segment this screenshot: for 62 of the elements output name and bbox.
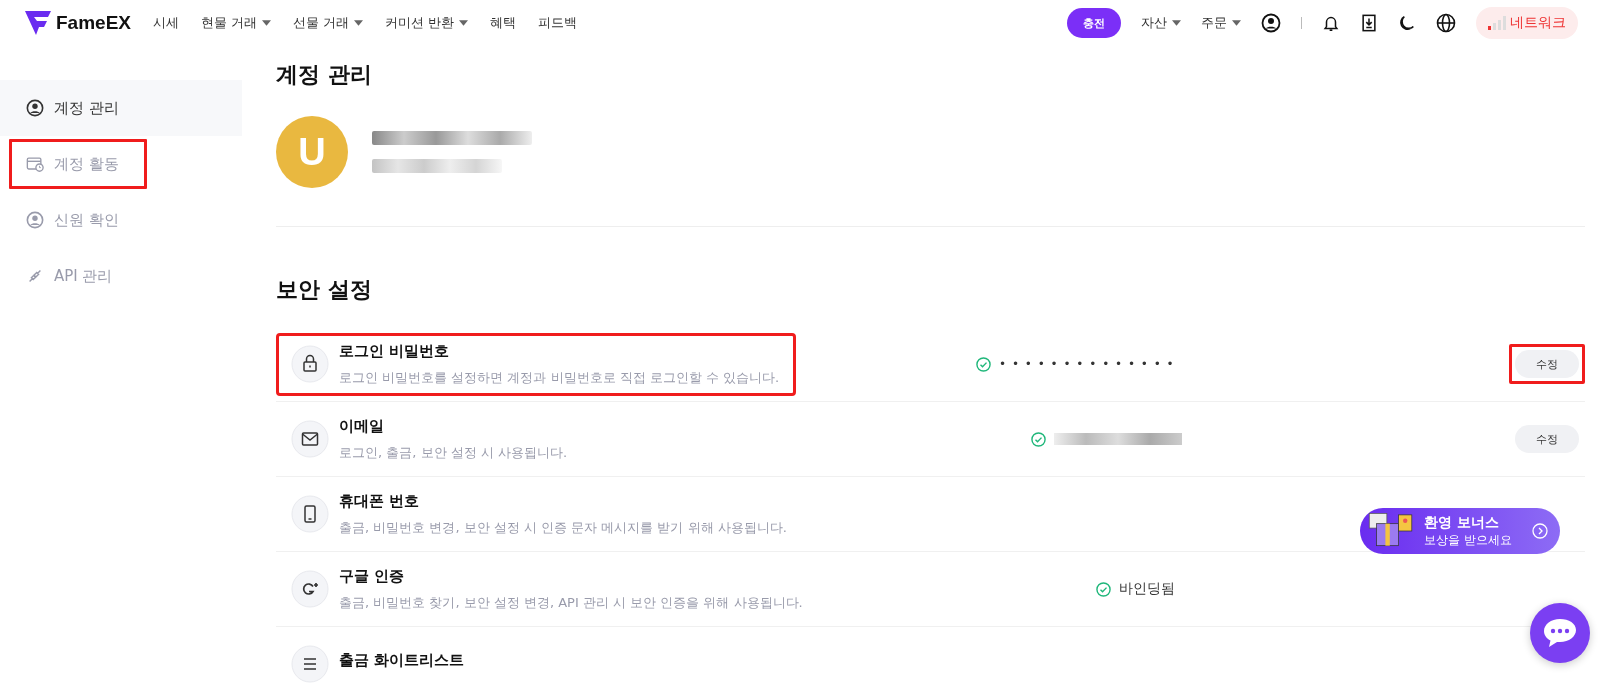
setting-description: 로그인 비밀번호를 설정하면 계정과 비밀번호로 직접 로그인할 수 있습니다.	[339, 368, 780, 387]
bell-icon[interactable]	[1322, 14, 1340, 32]
bonus-banner[interactable]: 환영 보너스 보상을 받으세요	[1360, 508, 1560, 554]
logo[interactable]: FameEX	[56, 12, 131, 34]
mail-icon	[291, 420, 329, 458]
setting-title: 로그인 비밀번호	[339, 341, 451, 361]
caret-icon	[459, 20, 469, 26]
download-icon[interactable]	[1360, 14, 1378, 32]
network-label: 네트워크	[1510, 14, 1566, 32]
phone-icon	[291, 495, 329, 533]
setting-title: 이메일	[339, 416, 385, 436]
sidebar-label: 계정 활동	[54, 154, 119, 174]
setting-description: 출금, 비밀번호 찾기, 보안 설정 변경, API 관리 시 보안 인증을 위해 사용됩니다.	[339, 593, 803, 612]
plug-icon	[26, 267, 44, 285]
check-circle-icon	[1096, 581, 1111, 597]
setting-description: 로그인, 출금, 보안 설정 시 사용됩니다.	[339, 443, 568, 462]
moon-icon[interactable]	[1398, 14, 1416, 32]
lock-icon	[291, 345, 329, 383]
setting-description: 출금, 비밀번호 변경, 보안 설정 시 인증 문자 메시지를 받기 위해 사용됩니다.	[339, 518, 787, 537]
nav-link[interactable]: 피드백	[538, 14, 578, 32]
wallet-clock-icon	[26, 155, 44, 173]
user-icon[interactable]	[1261, 13, 1281, 33]
check-circle-icon	[976, 356, 991, 372]
setting-title: 휴대폰 번호	[339, 491, 421, 511]
bonus-subtitle: 보상을 받으세요	[1424, 531, 1512, 549]
caret-icon	[1232, 20, 1241, 26]
edit-button[interactable]: 수정	[1515, 425, 1579, 453]
section-title: 보안 설정	[276, 276, 373, 304]
logo-icon	[24, 11, 52, 35]
bonus-title: 환영 보너스	[1424, 513, 1501, 532]
avatar: U	[276, 116, 348, 188]
deposit-button[interactable]: 충전	[1067, 8, 1121, 38]
caret-icon	[354, 20, 364, 26]
sidebar-label: 계정 관리	[54, 98, 119, 118]
nav-link[interactable]: 혜택	[490, 14, 517, 32]
user-icon	[26, 211, 44, 229]
network-status[interactable]: 네트워크	[1476, 7, 1578, 39]
menu-link[interactable]: 주문	[1201, 14, 1241, 32]
sidebar-item[interactable]: 계정 관리	[0, 80, 242, 136]
google-plus-icon	[291, 570, 329, 608]
user-icon	[26, 99, 44, 117]
masked-password: • • • • • • • • • • • • • •	[999, 357, 1175, 371]
nav-link[interactable]: 시세	[153, 14, 179, 32]
chat-button[interactable]	[1530, 603, 1590, 663]
setting-title: 구글 인증	[339, 566, 406, 586]
nav-link[interactable]: 커미션 반환	[385, 14, 469, 32]
sidebar-label: 신원 확인	[54, 210, 119, 230]
signal-icon	[1488, 16, 1506, 30]
chevron-circle-icon	[1532, 523, 1548, 539]
setting-title: 출금 화이트리스트	[339, 650, 465, 670]
globe-icon[interactable]	[1436, 13, 1456, 33]
caret-icon	[262, 20, 272, 26]
caret-icon	[1172, 20, 1181, 26]
chat-icon	[1542, 617, 1578, 649]
binding-status: 바인딩됨	[1119, 580, 1175, 598]
edit-button[interactable]: 수정	[1515, 350, 1579, 378]
sidebar-label: API 관리	[54, 266, 113, 286]
nav-link[interactable]: 현물 거래	[201, 14, 272, 32]
menu-link[interactable]: 자산	[1141, 14, 1181, 32]
nav-link[interactable]: 선물 거래	[293, 14, 364, 32]
check-circle-icon	[1031, 431, 1046, 447]
page-title: 계정 관리	[276, 61, 373, 89]
